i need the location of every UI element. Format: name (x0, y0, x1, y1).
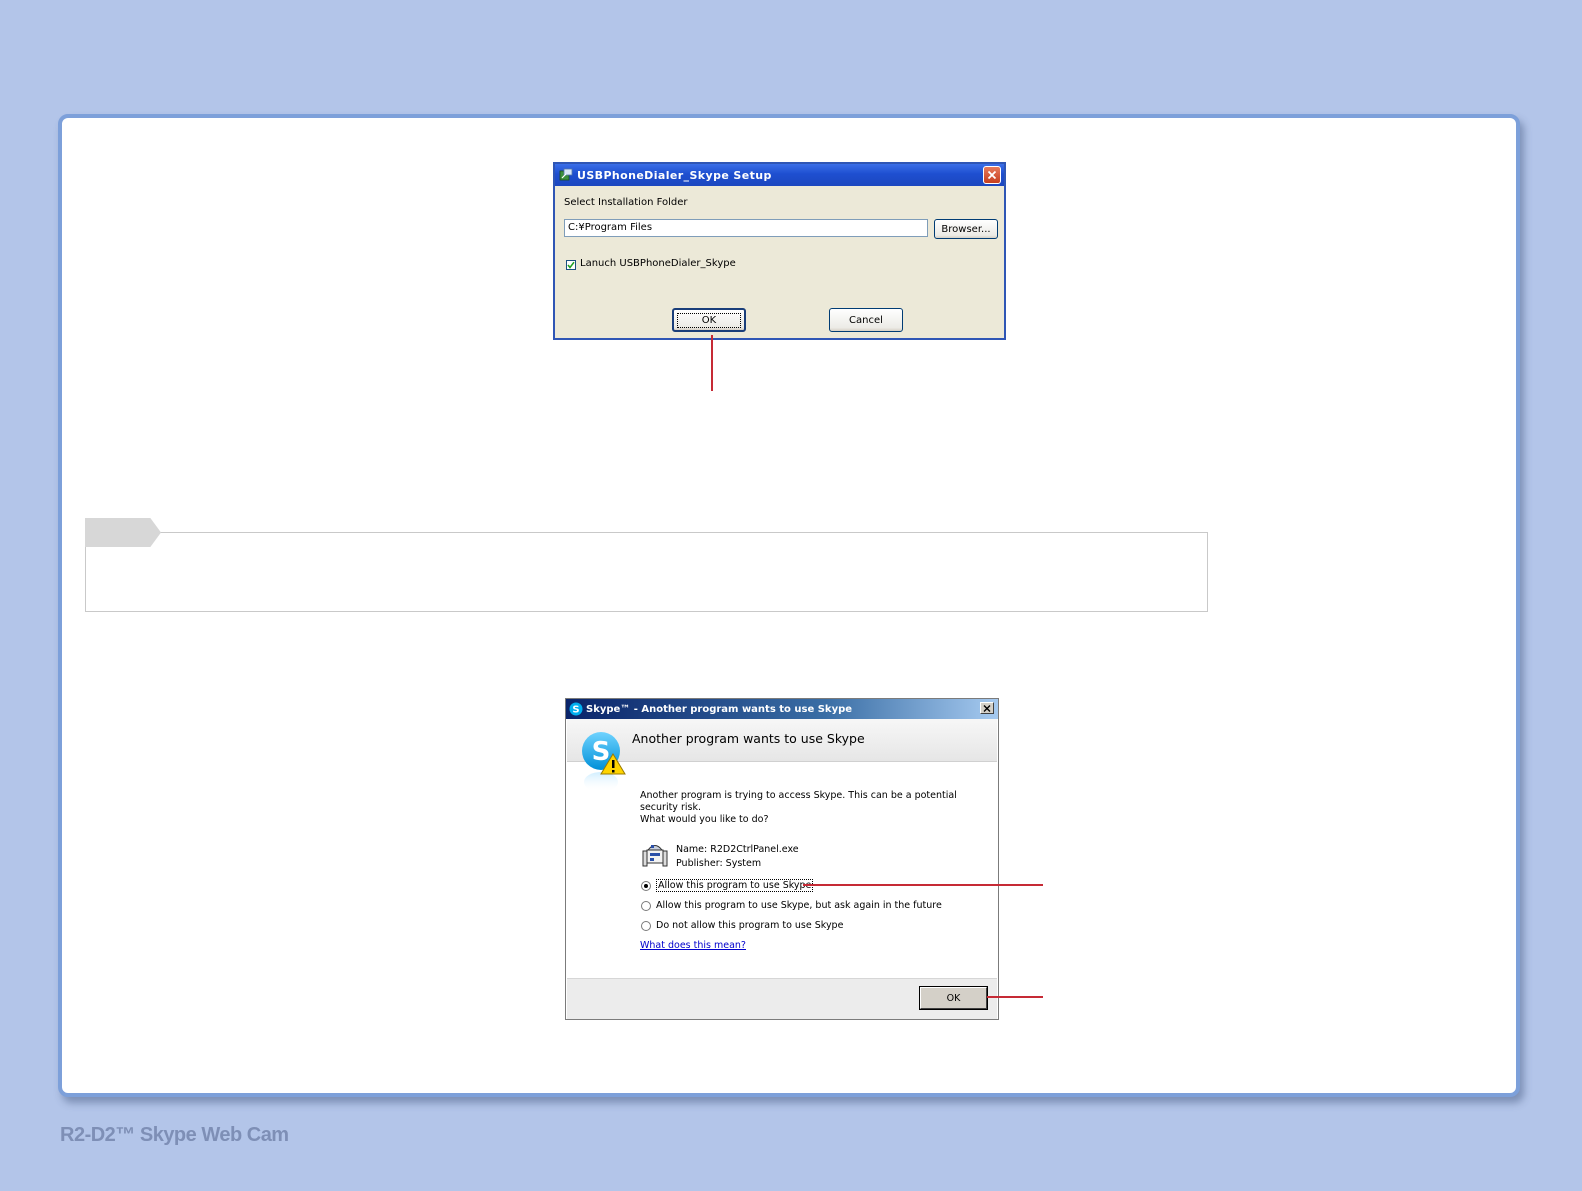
callout-line-skype-ok (987, 996, 1043, 998)
close-icon (987, 170, 997, 180)
callout-line-setup-ok (711, 335, 713, 391)
radio-option-allow-ask[interactable]: Allow this program to use Skype, but ask… (641, 900, 942, 911)
skype-body-text: Another program is trying to access Skyp… (640, 790, 980, 826)
skype-header-title: Another program wants to use Skype (632, 731, 865, 746)
skype-dialog: S Skype™ - Another program wants to use … (565, 698, 999, 1020)
radio-button[interactable] (641, 920, 651, 931)
help-link[interactable]: What does this mean? (640, 940, 746, 951)
note-tag (85, 518, 161, 547)
radio-label[interactable]: Allow this program to use Skype, but ask… (656, 900, 942, 911)
body-question-text: What would you like to do? (640, 814, 769, 825)
footer-title: R2-D2™ Skype Web Cam (60, 1124, 289, 1146)
skype-title: Skype™ - Another program wants to use Sk… (586, 703, 853, 715)
setup-titlebar[interactable]: USBPhoneDialer_Skype Setup (555, 164, 1004, 186)
close-icon (983, 704, 991, 712)
setup-dialog: USBPhoneDialer_Skype Setup Select Instal… (553, 162, 1006, 340)
skype-ok-button[interactable]: OK (919, 986, 988, 1010)
setup-title: USBPhoneDialer_Skype Setup (577, 168, 772, 182)
radio-option-allow[interactable]: Allow this program to use Skype (641, 879, 814, 892)
skype-titlebar[interactable]: S Skype™ - Another program wants to use … (566, 699, 998, 719)
radio-button[interactable] (641, 900, 651, 911)
launch-checkbox[interactable] (566, 260, 576, 270)
radio-button[interactable] (641, 880, 651, 891)
skype-logo-icon: S (582, 732, 626, 792)
launch-checkbox-label[interactable]: Lanuch USBPhoneDialer_Skype (580, 258, 736, 269)
body-warning-text: Another program is trying to access Skyp… (640, 790, 957, 813)
setup-close-button[interactable] (983, 166, 1001, 184)
r2d2-program-icon (642, 845, 668, 867)
callout-line-allow-option (803, 884, 1043, 886)
setup-ok-button[interactable]: OK (672, 308, 746, 332)
browse-button[interactable]: Browser... (934, 219, 998, 239)
skype-small-icon: S (569, 702, 583, 716)
install-path-input[interactable]: C:¥Program Files (564, 219, 928, 237)
setup-ok-label: OK (676, 312, 742, 328)
svg-text:S: S (572, 705, 579, 716)
program-publisher: Publisher: System (676, 858, 762, 869)
program-info: Name: R2D2CtrlPanel.exe Publisher: Syste… (676, 843, 799, 871)
note-box (85, 532, 1208, 612)
radio-label[interactable]: Allow this program to use Skype (656, 879, 814, 892)
folder-label: Select Installation Folder (564, 197, 688, 208)
setup-cancel-button[interactable]: Cancel (829, 308, 903, 332)
radio-option-deny[interactable]: Do not allow this program to use Skype (641, 920, 843, 931)
skype-close-button[interactable] (980, 702, 994, 714)
setup-app-icon (559, 168, 573, 181)
radio-label[interactable]: Do not allow this program to use Skype (656, 920, 843, 931)
checkmark-icon (567, 261, 575, 269)
program-name: Name: R2D2CtrlPanel.exe (676, 844, 799, 855)
